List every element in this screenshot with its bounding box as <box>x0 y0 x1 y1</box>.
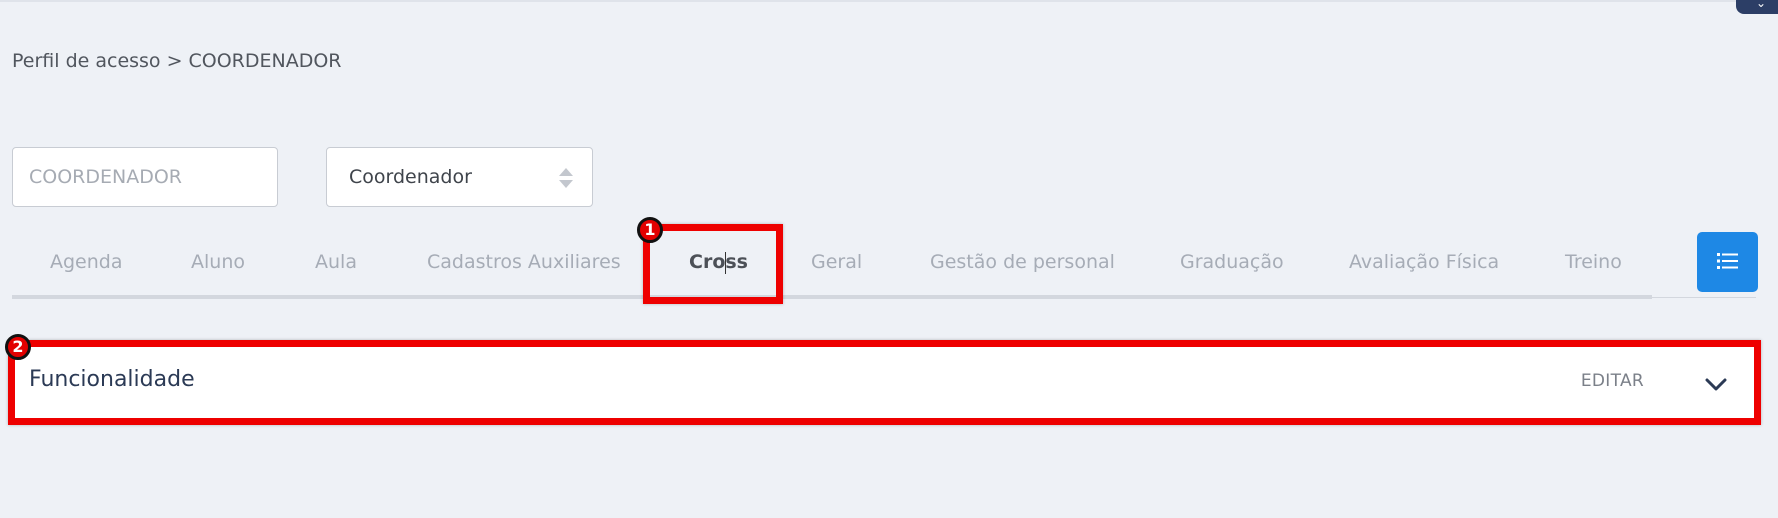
top-divider <box>0 0 1778 2</box>
tab-avaliacao-fisica[interactable]: Avaliação Física <box>1349 240 1499 284</box>
funcionalidade-panel[interactable]: Funcionalidade EDITAR <box>12 345 1756 422</box>
chevron-down-icon[interactable] <box>1704 373 1728 395</box>
tabs-underline-extension <box>1652 297 1756 298</box>
list-view-button[interactable] <box>1697 232 1758 292</box>
list-icon <box>1717 253 1738 269</box>
tab-graduacao[interactable]: Graduação <box>1180 240 1284 284</box>
tab-aluno[interactable]: Aluno <box>191 240 245 284</box>
profile-type-select-value: Coordenador <box>349 166 472 188</box>
breadcrumb-parent[interactable]: Perfil de acesso <box>12 50 161 72</box>
annotation-badge-2: 2 <box>5 334 31 360</box>
tab-gestao-de-personal[interactable]: Gestão de personal <box>930 240 1115 284</box>
panel-title: Funcionalidade <box>29 367 195 392</box>
edit-button[interactable]: EDITAR <box>1581 371 1644 391</box>
breadcrumb-current: COORDENADOR <box>188 50 342 72</box>
tab-agenda[interactable]: Agenda <box>50 240 123 284</box>
permission-tabs: Agenda Aluno Aula Cadastros Auxiliares C… <box>12 240 1652 300</box>
corner-badge-glyph: ⌄ <box>1755 0 1766 10</box>
breadcrumb: Perfil de acesso > COORDENADOR <box>12 50 342 72</box>
tab-cadastros-auxiliares[interactable]: Cadastros Auxiliares <box>427 240 621 284</box>
tab-geral[interactable]: Geral <box>811 240 862 284</box>
profile-name-input[interactable] <box>12 147 278 207</box>
breadcrumb-separator: > <box>166 50 183 72</box>
tab-treino[interactable]: Treino <box>1565 240 1622 284</box>
profile-type-select[interactable]: Coordenador <box>326 147 593 207</box>
tab-aula[interactable]: Aula <box>315 240 357 284</box>
text-cursor <box>725 252 726 274</box>
annotation-badge-1: 1 <box>637 217 663 243</box>
select-arrows-icon <box>559 168 573 188</box>
tab-cross[interactable]: Cross <box>689 240 748 284</box>
tabs-underline <box>12 295 1652 299</box>
corner-user-badge[interactable]: ⌄ <box>1736 0 1778 14</box>
